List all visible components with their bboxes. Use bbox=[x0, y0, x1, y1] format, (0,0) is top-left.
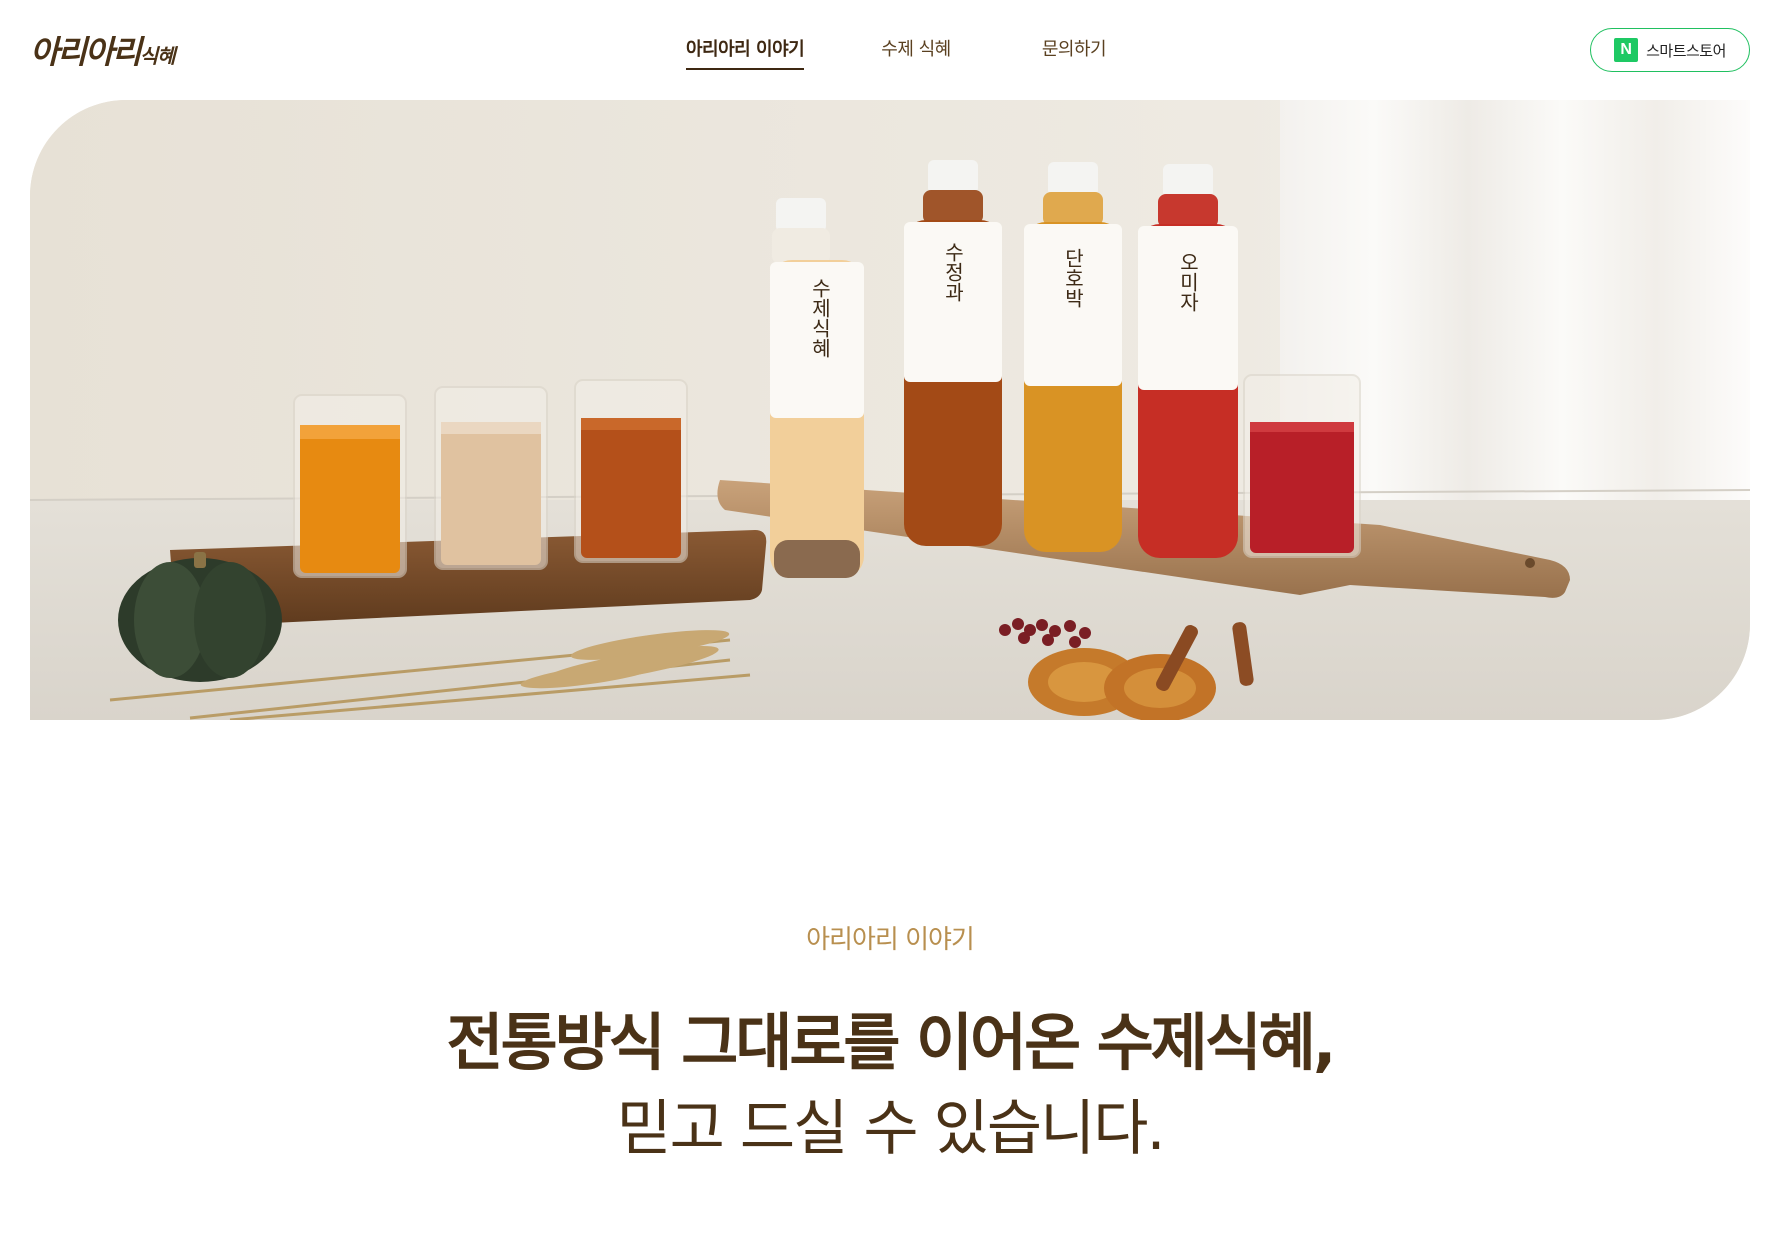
glass-sujeonggwa bbox=[574, 379, 688, 563]
nav-item-handmade-sikhye[interactable]: 수제 식혜 bbox=[878, 38, 954, 62]
bottle-label-sikhye: 수제식혜 bbox=[808, 278, 832, 358]
hero-product-photo: 수제식혜 수정과 단호박 오미자 bbox=[30, 100, 1750, 720]
nav-item-contact[interactable]: 문의하기 bbox=[1024, 38, 1124, 62]
glass-sikhye bbox=[434, 386, 548, 570]
hero-banner: 수제식혜 수정과 단호박 오미자 bbox=[30, 100, 1750, 720]
smartstore-label: 스마트스토어 bbox=[1646, 41, 1726, 60]
bottle-label-sujeonggwa: 수정과 bbox=[941, 242, 965, 302]
bottle-label-omija: 오미자 bbox=[1176, 252, 1200, 312]
glass-omija bbox=[1243, 374, 1361, 558]
naver-n-icon: N bbox=[1614, 38, 1639, 62]
yakgwa-cookies bbox=[1028, 648, 1216, 720]
smartstore-button[interactable]: N 스마트스토어 bbox=[1590, 28, 1750, 72]
bottle-label-pumpkin: 단호박 bbox=[1061, 248, 1085, 308]
glass-pumpkin bbox=[293, 394, 407, 578]
section-subline: 믿고 드실 수 있습니다. bbox=[616, 1094, 1165, 1164]
main-nav: 아리아리 이야기 수제 식혜 문의하기 bbox=[0, 38, 1780, 72]
site-header: 아리아리식혜 아리아리 이야기 수제 식혜 문의하기 N 스마트스토어 bbox=[0, 0, 1780, 100]
section-eyebrow: 아리아리 이야기 bbox=[806, 925, 975, 955]
section-headline: 전통방식 그대로를 이어온 수제식혜, bbox=[446, 1006, 1337, 1079]
nav-item-story[interactable]: 아리아리 이야기 bbox=[686, 38, 805, 70]
story-intro: 아리아리 이야기 전통방식 그대로를 이어온 수제식혜, 믿고 드실 수 있습니… bbox=[0, 920, 1780, 1172]
